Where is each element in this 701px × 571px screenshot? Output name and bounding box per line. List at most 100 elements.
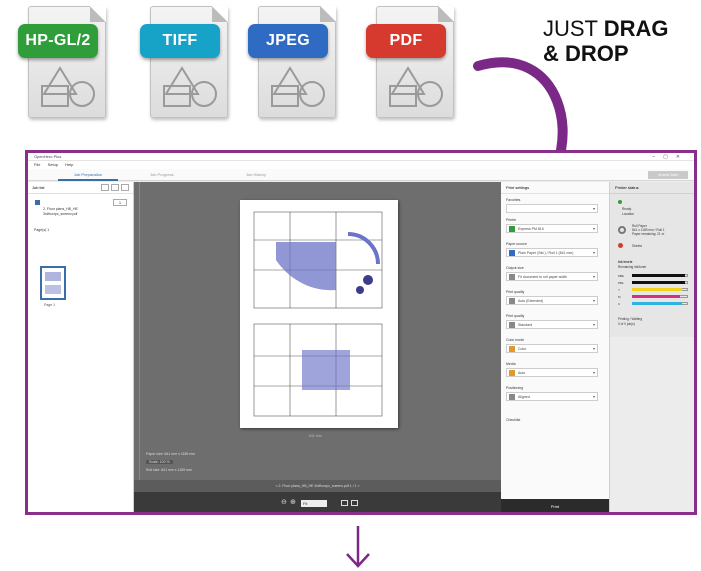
printer-status-header: Printer status [610, 182, 694, 194]
printer-location: Location [622, 212, 635, 216]
promo-page: HP-GL/2 TIFF JPEG PDF JUST DRAG & DROP Open… [0, 0, 701, 571]
setting-value: Auto (Extended) [518, 299, 544, 303]
zoom-in-icon[interactable]: ⊕ [290, 498, 296, 506]
print-preview-area: 841 mm Paper size: 841 mm x 1189 mm Scal… [134, 182, 501, 512]
vertical-ruler [134, 182, 140, 482]
preview-paper[interactable] [240, 200, 398, 428]
down-arrow-icon [346, 526, 370, 568]
setting-select[interactable]: Auto (Extended) ▾ [506, 296, 598, 305]
window-title: OpenHero Plus [34, 154, 62, 159]
paper-info-scale: Scale: 100 % [146, 460, 173, 464]
ink-name: PBk [618, 281, 624, 285]
tab-job-preparation[interactable]: Job Preparation [58, 169, 118, 181]
add-file-icon[interactable] [101, 184, 109, 191]
ink-level-row: PBk [618, 281, 688, 285]
page-navigation[interactable]: < 2. Floor plans_HB_HE 3rdfloorpc_sneenv… [134, 480, 501, 492]
fit-width-icon[interactable] [351, 500, 358, 506]
setting-icon [509, 394, 515, 400]
setting-icon [509, 226, 515, 232]
setting-value: Aligned [518, 395, 530, 399]
setting-value: Auto [518, 371, 526, 375]
ink-name: Y [618, 288, 621, 292]
fit-page-icon[interactable] [341, 500, 348, 506]
setting-value: Fit document to roll paper width [518, 275, 567, 279]
chevron-down-icon: ▾ [592, 206, 595, 211]
chevron-down-icon: ▾ [592, 250, 595, 255]
list-view-icon[interactable] [121, 184, 129, 191]
print-settings-header: Print settings [501, 182, 609, 194]
window-controls[interactable]: –▢✕ [652, 153, 688, 161]
job-file-name: 2. Floor plans_HB_HE 3rdfloorpc_sneenv.p… [43, 207, 78, 216]
menu-help[interactable]: Help [65, 162, 73, 167]
page-thumbnail[interactable] [40, 266, 66, 300]
setting-icon [509, 298, 515, 304]
setting-select[interactable]: Plain Paper (Std.) / Roll 1 (841 mm) ▾ [506, 248, 598, 257]
print-settings-panel: Print settings Favorites ▾ Printer Expres… [501, 182, 610, 512]
ink-levels-sub: Remaining ink/toner [618, 265, 647, 269]
printer-status-empty-area [610, 337, 694, 512]
ink-name: M [618, 295, 621, 299]
tab-bar: Job Preparation Job Progress Job History… [28, 169, 694, 181]
zoom-toolbar: ⊖ ⊕ Fit [134, 492, 501, 512]
refresh-icon[interactable] [111, 184, 119, 191]
chevron-down-icon: ▾ [592, 274, 595, 279]
setting-label: Printer [506, 218, 517, 222]
menu-setup[interactable]: Setup [48, 162, 58, 167]
checklist-label: Checklist [506, 418, 521, 422]
setting-select[interactable]: Color ▾ [506, 344, 598, 353]
setting-value: Express PM 815 [518, 227, 544, 231]
ink-levels-heading: Ink levels [618, 260, 633, 264]
print-button[interactable]: Print [501, 499, 609, 512]
ink-level-bar [632, 302, 683, 305]
floor-plan-drawing [253, 211, 383, 417]
tab-job-history[interactable]: Job History [246, 169, 266, 181]
chevron-down-icon: ▾ [592, 298, 595, 303]
paper-info-size: Paper size: 841 mm x 1189 mm [146, 452, 196, 456]
job-list-header: Job list [28, 182, 133, 194]
job-checkbox[interactable] [35, 200, 40, 205]
job-list-item[interactable]: 1 2. Floor plans_HB_HE 3rdfloorpc_sneenv… [32, 198, 129, 224]
ink-level-row: C [618, 302, 688, 306]
setting-select[interactable]: Fit document to roll paper width ▾ [506, 272, 598, 281]
chevron-down-icon: ▾ [592, 346, 595, 351]
printer-status-panel: Printer status Ready Location Roll Paper… [610, 182, 694, 337]
pages-label: Page(s) 1 [34, 228, 50, 232]
setting-select[interactable]: Auto ▾ [506, 368, 598, 377]
job-list-title: Job list [32, 185, 45, 190]
job-queue-count: 0 of 0 job(s) [618, 322, 635, 326]
app-window: OpenHero Plus –▢✕ File Setup Help Job Pr… [25, 150, 697, 515]
setting-label: Output size [506, 266, 524, 270]
thumbnail-drawing [45, 272, 61, 294]
amend-jobs-button[interactable]: Amend Jobs [648, 171, 688, 179]
setting-label: Positioning [506, 386, 524, 390]
favorites-label: Favorites [506, 198, 521, 202]
tab-job-progress[interactable]: Job Progress [150, 169, 174, 181]
zoom-out-icon[interactable]: ⊖ [281, 498, 287, 506]
thumbnail-label: Page 1 [44, 303, 56, 307]
menu-file[interactable]: File [34, 162, 40, 167]
paper-width-label: 841 mm [309, 434, 322, 438]
ink-level-row: M [618, 295, 688, 299]
paper-info-roll: Roll size: 841 mm x 1189 mm [146, 468, 192, 472]
sheet-tray-label: Sheets [632, 244, 642, 248]
favorites-select[interactable]: ▾ [506, 204, 598, 213]
chevron-down-icon: ▾ [592, 394, 595, 399]
ink-level-row: Y [618, 288, 688, 292]
ink-level-bar [632, 288, 683, 291]
setting-value: Color [518, 347, 527, 351]
setting-label: Paper source [506, 242, 527, 246]
chevron-down-icon: ▾ [592, 226, 595, 231]
setting-select[interactable]: Express PM 815 ▾ [506, 224, 598, 233]
zoom-select[interactable]: Fit [301, 500, 327, 507]
error-icon [618, 243, 623, 248]
setting-select[interactable]: Aligned ▾ [506, 392, 598, 401]
setting-value: Standard [518, 323, 533, 327]
ink-name: MBk [618, 274, 624, 278]
roll-paper-remaining: Paper remaining: 21 m [632, 232, 665, 236]
ink-level-bar [632, 295, 680, 298]
setting-icon [509, 322, 515, 328]
setting-select[interactable]: Standard ▾ [506, 320, 598, 329]
setting-icon [509, 274, 515, 280]
setting-label: Color mode [506, 338, 525, 342]
copies-stepper[interactable]: 1 [113, 199, 127, 206]
